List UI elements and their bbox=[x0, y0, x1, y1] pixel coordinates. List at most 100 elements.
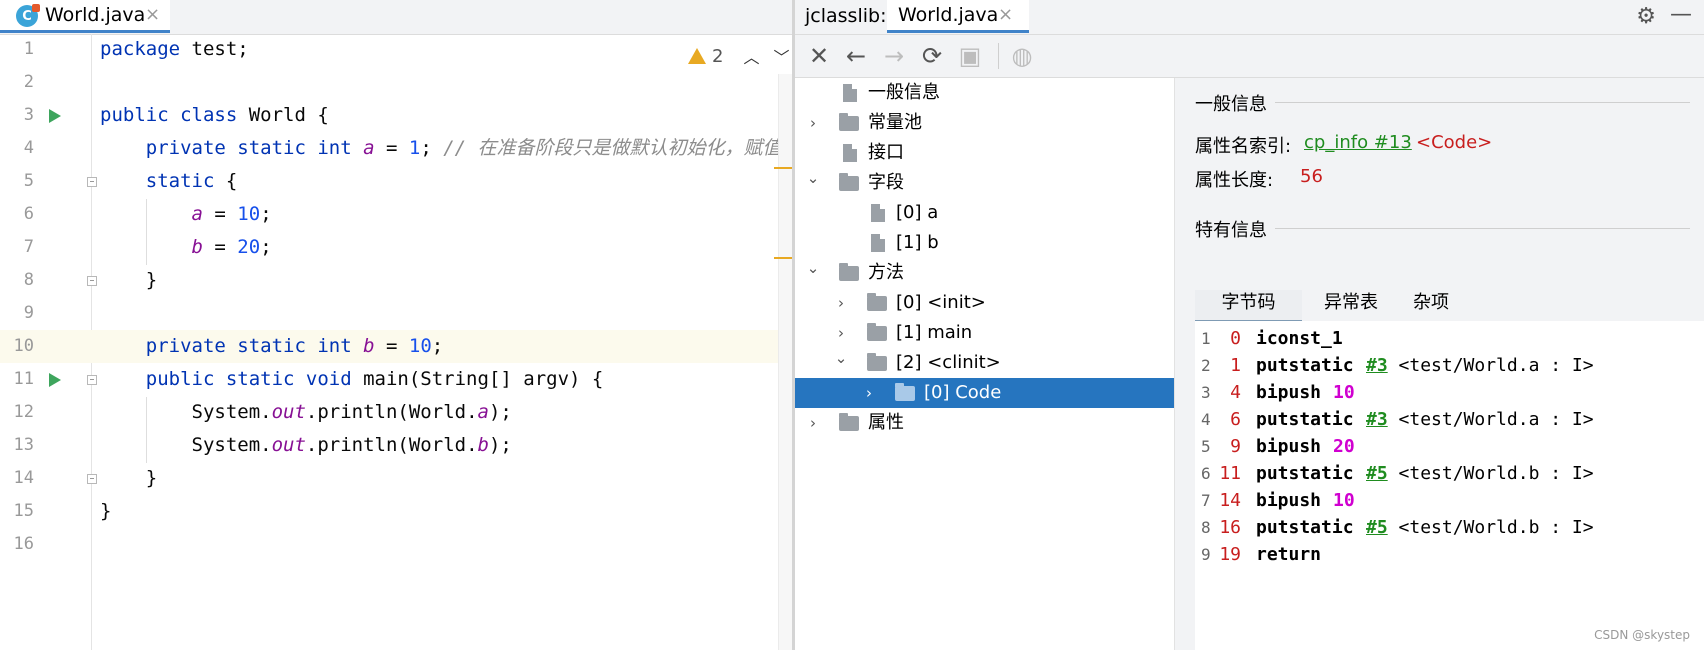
save-icon[interactable]: ▣ bbox=[955, 41, 985, 71]
close-icon[interactable]: ✕ bbox=[804, 41, 834, 71]
tree-node[interactable]: › [0] Code bbox=[795, 378, 1174, 408]
tree-node[interactable]: ⌄ 方法 bbox=[795, 258, 1174, 288]
code-area[interactable]: 1 package test; 2 3 public class World {4 pr… bbox=[0, 33, 782, 650]
class-structure-tree[interactable]: 一般信息 › 常量池 接口 ⌄ 字段 [0] a [1] b ⌄ 方法 › [0] <init> › [1… bbox=[795, 78, 1175, 650]
line-number[interactable]: 6 bbox=[0, 198, 34, 231]
close-icon[interactable]: × bbox=[145, 4, 160, 25]
fold-icon[interactable] bbox=[87, 276, 97, 286]
code-line[interactable]: 14 } bbox=[0, 462, 780, 495]
chevron-down-icon[interactable]: ⌄ bbox=[805, 163, 821, 193]
tree-node[interactable]: › 常量池 bbox=[795, 108, 1174, 138]
line-number[interactable]: 1 bbox=[0, 33, 34, 66]
bytecode-line[interactable]: 7 14 bipush 10 bbox=[1195, 487, 1704, 514]
bytecode-line[interactable]: 1 0 iconst_1 bbox=[1195, 325, 1704, 352]
editor-scrollbar[interactable] bbox=[778, 74, 793, 650]
line-number[interactable]: 12 bbox=[0, 396, 34, 429]
code-line[interactable]: 8 } bbox=[0, 264, 780, 297]
line-number[interactable]: 8 bbox=[0, 264, 34, 297]
code-line[interactable]: 1 package test; bbox=[0, 33, 780, 66]
tree-node[interactable]: [1] b bbox=[795, 228, 1174, 258]
line-number[interactable]: 4 bbox=[0, 132, 34, 165]
bytecode-line[interactable]: 5 9 bipush 20 bbox=[1195, 433, 1704, 460]
line-number[interactable]: 2 bbox=[0, 66, 34, 99]
line-number[interactable]: 3 bbox=[0, 99, 34, 132]
bytecode-listing[interactable]: 1 0 iconst_1 2 1 putstatic #3 <test/World.a : … bbox=[1195, 321, 1704, 650]
tree-node[interactable]: [0] a bbox=[795, 198, 1174, 228]
chevron-right-icon[interactable]: › bbox=[833, 288, 849, 318]
reload-icon[interactable]: ⟳ bbox=[917, 41, 947, 71]
tree-node[interactable]: › 属性 bbox=[795, 408, 1174, 438]
code-line[interactable]: 4 private static int a = 1; // 在准备阶段只是做默… bbox=[0, 132, 782, 165]
code-line[interactable]: 3 public class World { bbox=[0, 99, 780, 132]
line-number[interactable]: 11 bbox=[0, 363, 34, 396]
code-line[interactable]: 7 b = 20; bbox=[0, 231, 780, 264]
detail-tab-bar: 字节码 异常表 杂项 bbox=[1195, 290, 1704, 323]
close-icon[interactable]: × bbox=[998, 4, 1013, 25]
chevron-down-icon[interactable]: ⌄ bbox=[805, 253, 821, 283]
tab-bytecode[interactable]: 字节码 bbox=[1195, 290, 1302, 323]
jclasslib-tab-world-java[interactable]: World.java × bbox=[887, 0, 1029, 33]
chevron-down-icon[interactable]: ⌄ bbox=[833, 343, 849, 373]
chevron-right-icon[interactable]: › bbox=[805, 408, 821, 438]
tab-exception-table[interactable]: 异常表 bbox=[1303, 290, 1399, 320]
line-number[interactable]: 10 bbox=[0, 330, 34, 363]
web-globe-icon[interactable]: ◍ bbox=[1007, 41, 1037, 71]
inspection-widget[interactable]: 2 ︿ ﹀ bbox=[688, 44, 789, 68]
constant-pool-ref-link[interactable]: #3 bbox=[1366, 355, 1388, 376]
code-text: private static int b = 10; bbox=[100, 330, 443, 363]
code-line[interactable]: 10 private static int b = 10; bbox=[0, 330, 780, 363]
tree-node[interactable]: ⌄ 字段 bbox=[795, 168, 1174, 198]
editor-tab-world-java[interactable]: C World.java × bbox=[0, 0, 170, 33]
line-number[interactable]: 5 bbox=[0, 165, 34, 198]
line-number[interactable]: 13 bbox=[0, 429, 34, 462]
bytecode-line[interactable]: 9 19 return bbox=[1195, 541, 1704, 568]
code-line[interactable]: 11 public static void main(String[] argv… bbox=[0, 363, 780, 396]
line-number[interactable]: 14 bbox=[0, 462, 34, 495]
tree-node[interactable]: 接口 bbox=[795, 138, 1174, 168]
fold-icon[interactable] bbox=[87, 474, 97, 484]
back-arrow-icon[interactable]: ← bbox=[841, 41, 871, 71]
run-icon[interactable] bbox=[49, 109, 61, 123]
minimize-icon[interactable]: — bbox=[1670, 2, 1692, 27]
chevron-up-icon[interactable]: ︿ bbox=[743, 44, 759, 68]
code-line[interactable]: 15} bbox=[0, 495, 780, 528]
gear-icon[interactable]: ⚙ bbox=[1636, 4, 1656, 29]
run-icon[interactable] bbox=[49, 373, 61, 387]
warning-stripe-mark[interactable] bbox=[774, 257, 792, 259]
code-line[interactable]: 6 a = 10; bbox=[0, 198, 780, 231]
code-line[interactable]: 9 bbox=[0, 297, 780, 330]
tree-node[interactable]: 一般信息 bbox=[795, 78, 1174, 108]
chevron-right-icon[interactable]: › bbox=[861, 378, 877, 408]
bytecode-line[interactable]: 2 1 putstatic #3 <test/World.a : I> bbox=[1195, 352, 1704, 379]
code-line[interactable]: 5 static { bbox=[0, 165, 780, 198]
tree-node[interactable]: › [0] <init> bbox=[795, 288, 1174, 318]
code-line[interactable]: 16 bbox=[0, 528, 780, 561]
line-number[interactable]: 15 bbox=[0, 495, 34, 528]
tree-node[interactable]: ⌄ [2] <clinit> bbox=[795, 348, 1174, 378]
code-line[interactable]: 12 System.out.println(World.a); bbox=[0, 396, 780, 429]
cp-info-link[interactable]: cp_info #13 bbox=[1304, 132, 1412, 153]
line-number[interactable]: 9 bbox=[0, 297, 34, 330]
chevron-down-icon[interactable]: ﹀ bbox=[773, 44, 789, 68]
code-line[interactable]: 13 System.out.println(World.b); bbox=[0, 429, 780, 462]
tree-node[interactable]: › [1] main bbox=[795, 318, 1174, 348]
bytecode-line[interactable]: 8 16 putstatic #5 <test/World.b : I> bbox=[1195, 514, 1704, 541]
bytecode-line[interactable]: 4 6 putstatic #3 <test/World.a : I> bbox=[1195, 406, 1704, 433]
fold-icon[interactable] bbox=[87, 375, 97, 385]
forward-arrow-icon[interactable]: → bbox=[879, 41, 909, 71]
bytecode-line[interactable]: 6 11 putstatic #5 <test/World.b : I> bbox=[1195, 460, 1704, 487]
constant-pool-ref-link[interactable]: #5 bbox=[1366, 463, 1388, 484]
jclasslib-pane: jclasslib: World.java × ⚙ — ✕ ← → ⟳ ▣ ◍ … bbox=[795, 0, 1704, 650]
code-line[interactable]: 2 bbox=[0, 66, 780, 99]
constant-pool-ref-link[interactable]: #3 bbox=[1366, 409, 1388, 430]
tab-misc[interactable]: 杂项 bbox=[1391, 290, 1471, 320]
chevron-right-icon[interactable]: › bbox=[805, 108, 821, 138]
warning-stripe-mark[interactable] bbox=[774, 167, 792, 169]
line-number[interactable]: 7 bbox=[0, 231, 34, 264]
constant-pool-ref-link[interactable]: #5 bbox=[1366, 517, 1388, 538]
bytecode-line[interactable]: 3 4 bipush 10 bbox=[1195, 379, 1704, 406]
line-number[interactable]: 16 bbox=[0, 528, 34, 561]
fold-icon[interactable] bbox=[87, 177, 97, 187]
editor-tab-bar: C World.java × bbox=[0, 0, 792, 35]
code-token: = bbox=[374, 137, 409, 159]
